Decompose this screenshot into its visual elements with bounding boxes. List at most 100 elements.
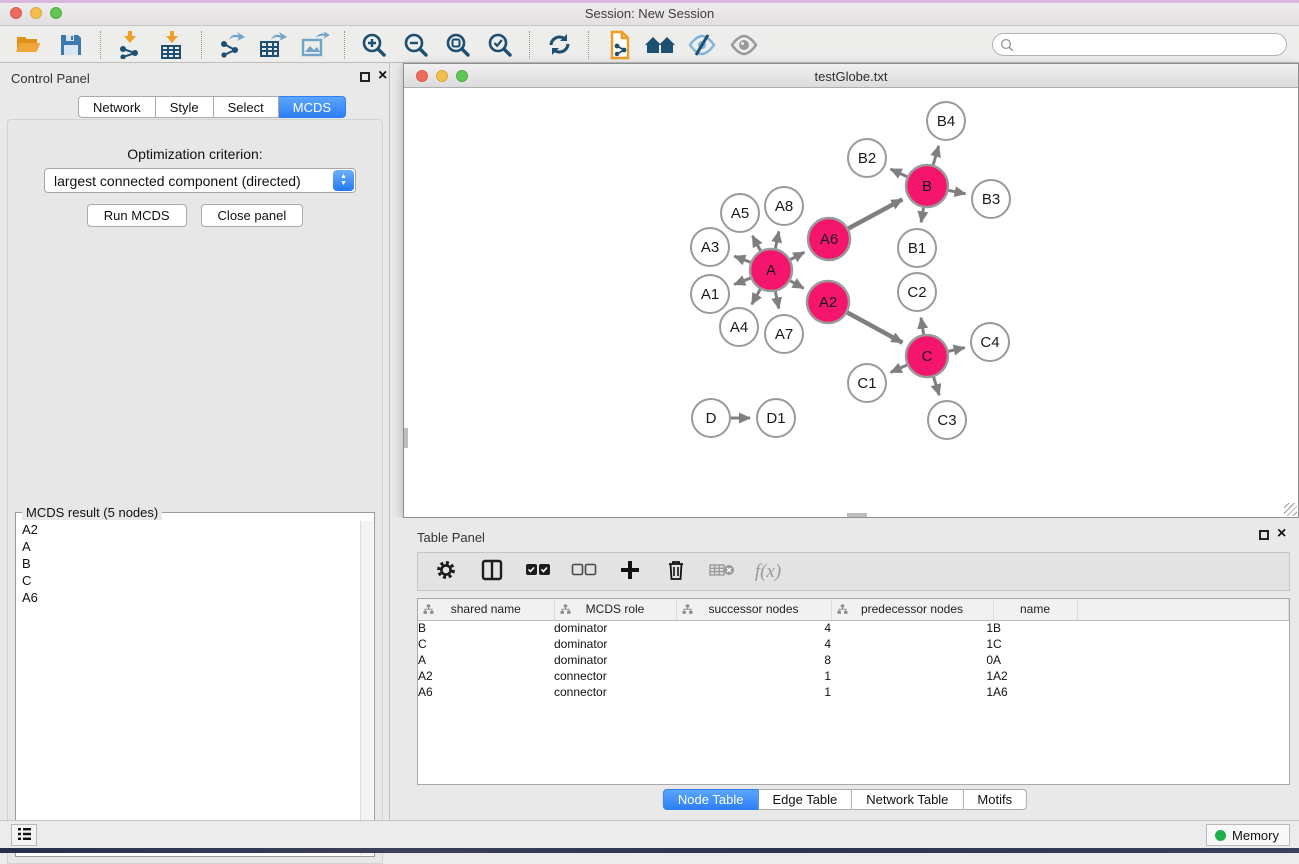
deselect-all-button[interactable] bbox=[566, 557, 602, 587]
function-builder-button[interactable]: f(x) bbox=[750, 557, 786, 587]
graph-edge-A-A8[interactable] bbox=[775, 231, 778, 248]
save-session-button[interactable] bbox=[50, 29, 92, 61]
tab-network[interactable]: Network bbox=[78, 96, 156, 118]
column-header-successor-nodes[interactable]: successor nodes bbox=[676, 599, 831, 620]
graph-node-C3[interactable]: C3 bbox=[928, 401, 966, 439]
list-item[interactable]: A2 bbox=[17, 521, 360, 538]
float-panel-icon[interactable] bbox=[360, 72, 370, 82]
tab-node-table[interactable]: Node Table bbox=[663, 789, 759, 810]
zoom-out-button[interactable] bbox=[395, 29, 437, 61]
graph-edge-A-A2[interactable] bbox=[790, 281, 803, 289]
table-cell[interactable]: C bbox=[993, 636, 1077, 652]
tab-select[interactable]: Select bbox=[214, 96, 279, 118]
table-settings-button[interactable] bbox=[428, 557, 464, 587]
tab-network-table[interactable]: Network Table bbox=[852, 789, 963, 810]
graph-edge-A-A4[interactable] bbox=[752, 289, 761, 304]
hide-panel-button[interactable] bbox=[681, 29, 723, 61]
search-input[interactable] bbox=[1014, 35, 1286, 54]
table-cell[interactable]: 8 bbox=[676, 652, 831, 668]
zoom-selected-button[interactable] bbox=[479, 29, 521, 61]
delete-table-button[interactable] bbox=[704, 557, 740, 587]
graph-edge-C-C4[interactable] bbox=[948, 348, 964, 352]
horizontal-scroll-thumb[interactable] bbox=[847, 513, 867, 517]
table-cell[interactable]: 0 bbox=[831, 652, 993, 668]
table-cell[interactable]: C bbox=[418, 636, 554, 652]
graph-node-A8[interactable]: A8 bbox=[765, 187, 803, 225]
export-table-button[interactable] bbox=[252, 29, 294, 61]
graph-edge-B-B1[interactable] bbox=[921, 208, 923, 223]
graph-node-B[interactable]: B bbox=[906, 165, 948, 207]
table-cell[interactable]: A bbox=[418, 652, 554, 668]
table-cell[interactable]: 1 bbox=[676, 684, 831, 700]
graph-edge-A-A3[interactable] bbox=[734, 256, 750, 262]
network-canvas[interactable]: B4B2BB3A8A5A6A3B1AC2A1A2A4A7C4CC1DD1C3 bbox=[404, 88, 1298, 517]
graph-node-A4[interactable]: A4 bbox=[720, 308, 758, 346]
graph-node-A7[interactable]: A7 bbox=[765, 315, 803, 353]
delete-column-button[interactable] bbox=[658, 557, 694, 587]
graph-edge-A-A5[interactable] bbox=[752, 236, 760, 251]
task-history-button[interactable] bbox=[11, 824, 37, 846]
refresh-button[interactable] bbox=[538, 29, 580, 61]
table-cell[interactable]: connector bbox=[554, 684, 676, 700]
tab-edge-table[interactable]: Edge Table bbox=[758, 789, 852, 810]
graph-edge-A2-C[interactable] bbox=[847, 313, 902, 343]
graph-node-A5[interactable]: A5 bbox=[721, 194, 759, 232]
column-header-predecessor-nodes[interactable]: predecessor nodes bbox=[831, 599, 993, 620]
table-cell[interactable]: 1 bbox=[831, 668, 993, 684]
column-header-name[interactable]: name bbox=[993, 599, 1077, 620]
graph-edge-C-C2[interactable] bbox=[921, 318, 924, 335]
graph-node-A3[interactable]: A3 bbox=[691, 228, 729, 266]
table-cell[interactable]: A6 bbox=[418, 684, 554, 700]
table-cell[interactable]: 1 bbox=[831, 636, 993, 652]
zoom-in-button[interactable] bbox=[353, 29, 395, 61]
graph-node-B1[interactable]: B1 bbox=[898, 229, 936, 267]
graph-node-C2[interactable]: C2 bbox=[898, 273, 936, 311]
close-panel-icon[interactable]: × bbox=[378, 67, 387, 85]
graph-edge-A6-B[interactable] bbox=[848, 199, 902, 228]
import-network-button[interactable] bbox=[109, 29, 151, 61]
graph-node-B2[interactable]: B2 bbox=[848, 139, 886, 177]
home-button[interactable] bbox=[639, 29, 681, 61]
zoom-fit-button[interactable] bbox=[437, 29, 479, 61]
run-mcds-button[interactable]: Run MCDS bbox=[87, 204, 187, 227]
column-header-shared-name[interactable]: shared name bbox=[418, 599, 554, 620]
result-scrollbar[interactable] bbox=[360, 521, 373, 855]
graph-node-A1[interactable]: A1 bbox=[691, 275, 729, 313]
graph-node-C1[interactable]: C1 bbox=[848, 364, 886, 402]
tab-motifs[interactable]: Motifs bbox=[963, 789, 1027, 810]
table-row[interactable]: Bdominator41B bbox=[418, 620, 1289, 636]
graph-edge-A-A6[interactable] bbox=[790, 252, 804, 259]
table-cell[interactable]: A2 bbox=[418, 668, 554, 684]
table-cell[interactable]: 1 bbox=[676, 668, 831, 684]
memory-button[interactable]: Memory bbox=[1206, 824, 1290, 846]
graph-edge-B-B3[interactable] bbox=[949, 190, 966, 193]
table-row[interactable]: A2connector11A2 bbox=[418, 668, 1289, 684]
import-table-button[interactable] bbox=[151, 29, 193, 61]
graph-node-C[interactable]: C bbox=[906, 335, 948, 377]
column-header-MCDS-role[interactable]: MCDS role bbox=[554, 599, 676, 620]
table-cell[interactable]: B bbox=[418, 620, 554, 636]
table-cell[interactable]: A bbox=[993, 652, 1077, 668]
graph-node-A[interactable]: A bbox=[750, 249, 792, 291]
graph-node-D[interactable]: D bbox=[692, 399, 730, 437]
resize-grip[interactable] bbox=[1284, 503, 1297, 516]
table-cell[interactable]: 1 bbox=[831, 684, 993, 700]
graph-edge-B-B4[interactable] bbox=[933, 146, 939, 165]
list-item[interactable]: B bbox=[17, 555, 360, 572]
show-panel-button[interactable] bbox=[723, 29, 765, 61]
graph-edge-C-C3[interactable] bbox=[934, 377, 940, 395]
list-item[interactable]: C bbox=[17, 572, 360, 589]
graph-edge-C-C1[interactable] bbox=[891, 365, 907, 372]
criterion-dropdown[interactable]: largest connected component (directed) ▲… bbox=[44, 168, 356, 193]
table-cell[interactable]: 4 bbox=[676, 620, 831, 636]
table-cell[interactable]: connector bbox=[554, 668, 676, 684]
graph-node-B3[interactable]: B3 bbox=[972, 180, 1010, 218]
network-graph[interactable]: B4B2BB3A8A5A6A3B1AC2A1A2A4A7C4CC1DD1C3 bbox=[404, 88, 1298, 517]
tab-mcds[interactable]: MCDS bbox=[279, 96, 346, 118]
vertical-scroll-thumb[interactable] bbox=[404, 428, 408, 448]
share-document-button[interactable] bbox=[597, 29, 639, 61]
table-row[interactable]: A6connector11A6 bbox=[418, 684, 1289, 700]
list-item[interactable]: A6 bbox=[17, 589, 360, 606]
table-cell[interactable]: A2 bbox=[993, 668, 1077, 684]
table-cell[interactable]: dominator bbox=[554, 620, 676, 636]
